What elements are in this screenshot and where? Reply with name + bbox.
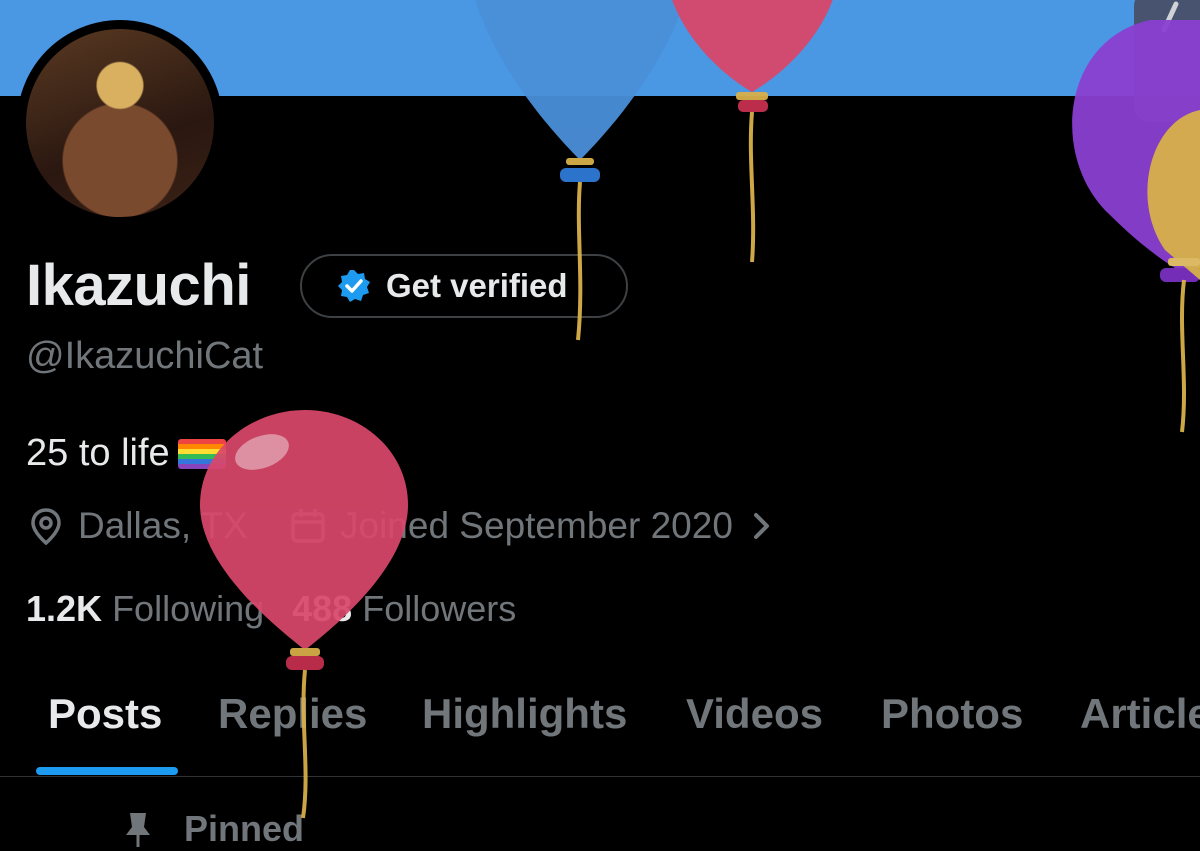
followers-count: 488 [292,588,353,629]
bio-text: 25 to life [26,432,170,474]
tab-posts[interactable]: Posts [48,690,162,738]
profile-meta: Dallas, TX Joined September 2020 [26,505,781,547]
tab-articles[interactable]: Articles [1080,690,1200,738]
follow-stats: 1.2K Following 488 Followers [26,588,516,630]
joined-text: Joined September 2020 [340,505,733,546]
tab-videos[interactable]: Videos [686,690,823,738]
following-link[interactable]: 1.2K Following [26,588,264,630]
balloon-yellow [1147,110,1200,433]
tab-replies[interactable]: Replies [218,690,367,738]
get-verified-button[interactable]: Get verified [300,254,628,318]
pinned-label: Pinned [184,808,305,849]
display-name: Ikazuchi [26,253,251,318]
user-handle: @IkazuchiCat [26,335,264,377]
tab-photos[interactable]: Photos [881,690,1023,738]
tab-highlights[interactable]: Highlights [422,690,627,738]
location-pin-icon [31,508,61,546]
slash-icon [1161,1,1179,33]
pinned-header: Pinned [120,808,304,850]
location-text: Dallas, TX [78,505,248,546]
calendar-icon [291,509,325,543]
bio: 25 to life [26,432,226,475]
following-count: 1.2K [26,588,103,629]
get-verified-label: Get verified [386,267,568,304]
avatar-image [26,29,214,217]
verified-badge-icon [338,270,370,302]
chevron-right-icon[interactable] [741,506,781,546]
rainbow-flag-icon [177,438,226,469]
followers-label: Followers [362,588,517,629]
profile-tabs: Posts Replies Highlights Videos Photos A… [0,688,1200,777]
following-label: Following [112,588,265,629]
pin-icon [126,813,150,847]
avatar[interactable] [17,20,223,226]
followers-link[interactable]: 488 Followers [292,588,516,630]
menu-button[interactable] [1134,0,1200,122]
active-tab-indicator [36,767,178,775]
